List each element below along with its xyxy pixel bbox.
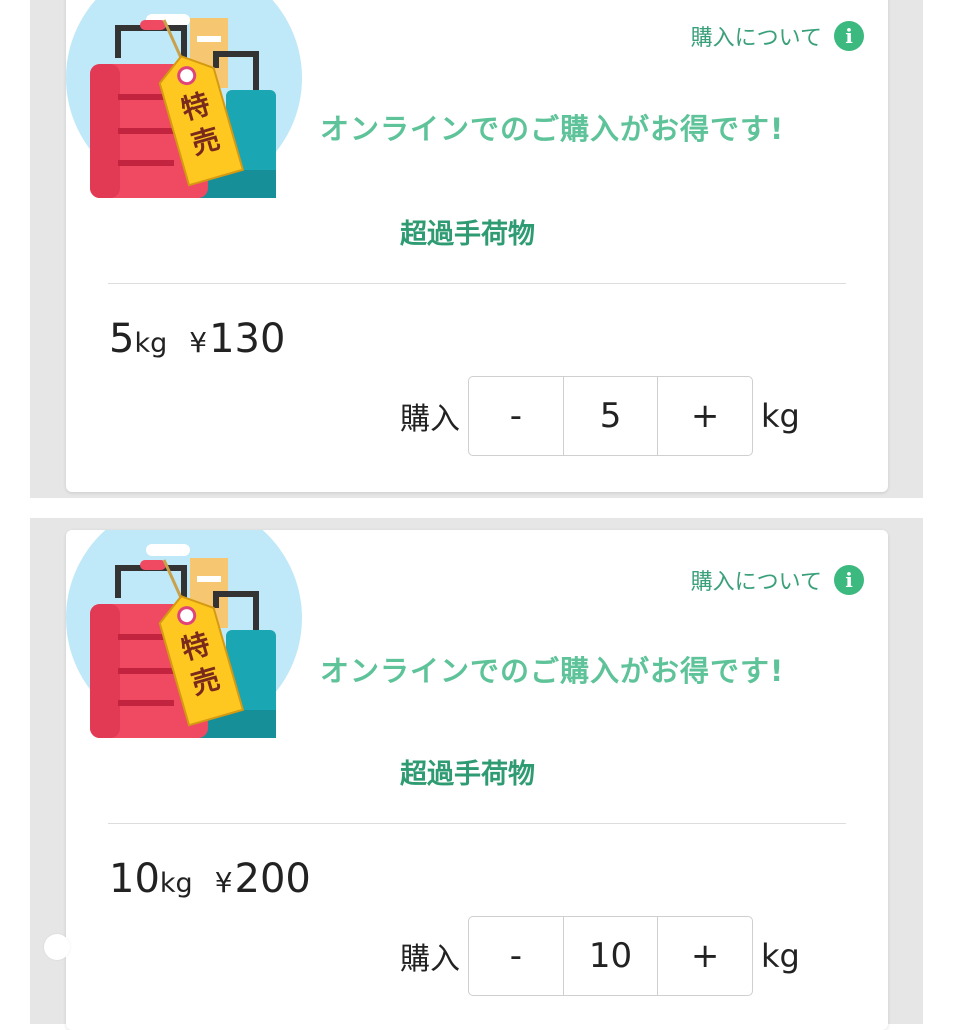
purchase-row: 購入 - 10 + kg (400, 916, 800, 996)
weight-unit: kg (159, 868, 193, 899)
decrement-button[interactable]: - (469, 917, 563, 995)
quantity-unit: kg (761, 397, 800, 435)
purchase-row: 購入 - 5 + kg (400, 376, 800, 456)
price-value: 200 (234, 856, 311, 902)
online-promo-text: オンラインでのご購入がお得です! (320, 654, 785, 688)
excess-baggage-card: 特 売 購入について i オンラインでのご購入がお得です! 超過手荷物 5kg ¥… (66, 0, 888, 492)
weight-price-line: 10kg ¥200 (109, 856, 311, 902)
quantity-value[interactable]: 10 (562, 917, 658, 995)
weight-unit: kg (134, 328, 168, 359)
category-title: 超過手荷物 (400, 759, 535, 790)
increment-button[interactable]: + (657, 377, 752, 455)
quantity-unit: kg (761, 937, 800, 975)
price-value: 130 (209, 316, 286, 362)
divider (108, 283, 846, 284)
weight-value: 5 (109, 316, 135, 362)
purchase-label: 購入 (400, 942, 460, 977)
info-icon[interactable]: i (834, 21, 864, 51)
about-purchase-link[interactable]: 購入について i (691, 564, 864, 596)
excess-baggage-card: 特 売 購入について i オンラインでのご購入がお得です! 超過手荷物 10kg… (66, 530, 888, 1030)
quantity-stepper: - 10 + (468, 916, 753, 996)
about-purchase-label: 購入について (690, 26, 822, 51)
purchase-label: 購入 (400, 402, 460, 437)
weight-value: 10 (109, 856, 160, 902)
quantity-value[interactable]: 5 (562, 377, 658, 455)
info-icon[interactable]: i (834, 565, 864, 595)
decrement-button[interactable]: - (469, 377, 563, 455)
category-title: 超過手荷物 (400, 219, 535, 250)
scroll-indicator (44, 934, 70, 960)
increment-button[interactable]: + (657, 917, 752, 995)
about-purchase-link[interactable]: 購入について i (691, 20, 864, 52)
weight-price-line: 5kg ¥130 (109, 316, 285, 362)
quantity-stepper: - 5 + (468, 376, 753, 456)
about-purchase-label: 購入について (690, 570, 822, 595)
sale-luggage-illustration: 特 売 (66, 0, 306, 205)
currency-symbol: ¥ (214, 866, 233, 899)
divider (108, 823, 846, 824)
online-promo-text: オンラインでのご購入がお得です! (320, 112, 785, 146)
currency-symbol: ¥ (189, 326, 208, 359)
sale-luggage-illustration: 特 売 (66, 530, 306, 745)
